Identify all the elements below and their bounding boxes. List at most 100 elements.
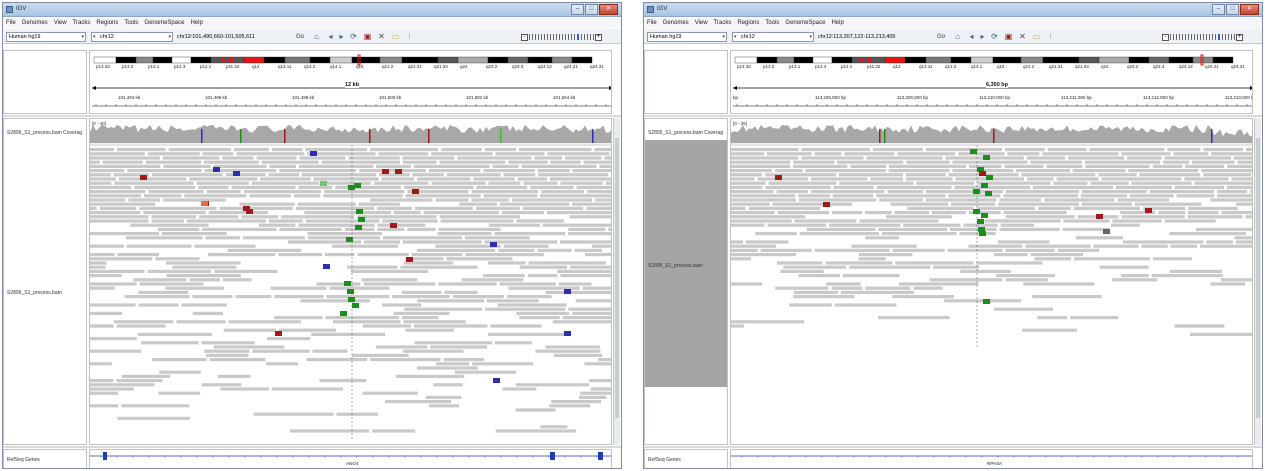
zoom-tick[interactable] [1182, 34, 1183, 40]
close-window-button[interactable]: ✕ [1240, 4, 1259, 15]
zoom-tick[interactable] [1212, 34, 1213, 40]
zoom-tick[interactable] [562, 34, 563, 40]
zoom-tick[interactable] [556, 34, 557, 40]
zoom-tick[interactable] [1188, 34, 1189, 40]
zoom-tick[interactable] [1185, 34, 1186, 40]
close-icon[interactable]: ✕ [376, 31, 387, 42]
chromosome-select[interactable]: ▾ chr12 ▾ [91, 32, 173, 42]
menu-view[interactable]: View [54, 18, 67, 28]
gene-track-name[interactable]: RefSeq Genes [648, 457, 681, 463]
menu-help[interactable]: Help [190, 18, 202, 28]
zoom-tick[interactable] [544, 34, 545, 40]
zoom-tick[interactable] [590, 34, 591, 40]
menu-genomespace[interactable]: GenomeSpace [144, 18, 184, 28]
zoom-tick[interactable] [1191, 34, 1192, 40]
zoom-widget[interactable]: - + [521, 33, 602, 41]
maximize-button[interactable]: □ [585, 4, 598, 15]
zoom-tick[interactable] [1170, 34, 1171, 40]
zoom-out-button[interactable]: - [1162, 33, 1169, 41]
back-icon[interactable]: ◂ [325, 31, 336, 42]
zoom-tick[interactable] [1228, 34, 1229, 40]
zoom-tick[interactable] [584, 34, 585, 40]
close-window-button[interactable]: ✕ [599, 4, 618, 15]
zoom-tick[interactable] [574, 34, 575, 40]
go-button[interactable]: Go [937, 32, 945, 42]
zoom-tick[interactable] [593, 34, 594, 40]
zoom-tick[interactable] [541, 34, 542, 40]
alignment-view[interactable] [90, 119, 612, 444]
minimize-button[interactable]: – [1212, 4, 1225, 15]
zoom-tick[interactable] [1203, 34, 1204, 40]
zoom-tick[interactable] [553, 34, 554, 40]
menu-file[interactable]: File [647, 18, 657, 28]
zoom-tick[interactable] [1234, 34, 1235, 40]
popup-icon[interactable]: ▭ [390, 31, 401, 42]
menu-genomes[interactable]: Genomes [22, 18, 48, 28]
home-icon[interactable]: ⌂ [952, 31, 963, 42]
roi-icon[interactable]: ▣ [362, 31, 373, 42]
zoom-tick[interactable] [559, 34, 560, 40]
menu-tools[interactable]: Tools [765, 18, 779, 28]
menu-file[interactable]: File [6, 18, 16, 28]
back-icon[interactable]: ◂ [966, 31, 977, 42]
zoom-tick[interactable] [529, 34, 530, 40]
home-icon[interactable]: ⌂ [311, 31, 322, 42]
roi-icon[interactable]: ▣ [1003, 31, 1014, 42]
minimize-button[interactable]: – [571, 4, 584, 15]
zoom-tick[interactable] [1173, 34, 1174, 40]
locus-input[interactable]: chr12:113,207,122-113,213,405 [818, 32, 934, 42]
chromosome-select[interactable]: ▾ chr12 ▾ [732, 32, 814, 42]
menu-tracks[interactable]: Tracks [73, 18, 91, 28]
menu-view[interactable]: View [695, 18, 708, 28]
zoom-tick[interactable] [1179, 34, 1180, 40]
zoom-tick[interactable] [538, 34, 539, 40]
maximize-button[interactable]: □ [1226, 4, 1239, 15]
zoom-tick[interactable] [1197, 34, 1198, 40]
alignment-scrollbar[interactable] [1254, 118, 1261, 445]
zoom-tick[interactable] [577, 34, 579, 40]
zoom-tick[interactable] [535, 34, 536, 40]
locus-input[interactable]: chr12:101,490,660-101,505,611 [177, 32, 293, 42]
menu-tools[interactable]: Tools [124, 18, 138, 28]
menu-genomes[interactable]: Genomes [663, 18, 689, 28]
zoom-tick[interactable] [581, 34, 582, 40]
zoom-tick[interactable] [1218, 34, 1220, 40]
forward-icon[interactable]: ▸ [977, 31, 988, 42]
ruler-icon[interactable]: ⁝ [1045, 31, 1056, 42]
zoom-tick[interactable] [1194, 34, 1195, 40]
gene-track-name[interactable]: RefSeq Genes [7, 457, 40, 463]
menu-help[interactable]: Help [831, 18, 843, 28]
zoom-tick[interactable] [547, 34, 548, 40]
coverage-track-name[interactable]: S2896_S1_process.bam Coverag [7, 130, 82, 136]
zoom-tick[interactable] [1209, 34, 1210, 40]
close-icon[interactable]: ✕ [1017, 31, 1028, 42]
zoom-tick[interactable] [1176, 34, 1177, 40]
zoom-tick[interactable] [550, 34, 551, 40]
zoom-tick[interactable] [532, 34, 533, 40]
scrollbar-thumb[interactable] [1256, 138, 1260, 418]
zoom-in-button[interactable]: + [1236, 33, 1243, 41]
menu-regions[interactable]: Regions [737, 18, 759, 28]
zoom-tick[interactable] [1206, 34, 1207, 40]
zoom-tick[interactable] [1231, 34, 1232, 40]
alignment-track-name[interactable]: S2896_S1_process.bam [7, 290, 62, 296]
scrollbar-thumb[interactable] [615, 138, 619, 418]
zoom-in-button[interactable]: + [595, 33, 602, 41]
refresh-icon[interactable]: ⟳ [348, 31, 359, 42]
zoom-tick[interactable] [1215, 34, 1216, 40]
genome-select[interactable]: Human hg19 ▾ [647, 32, 727, 42]
zoom-tick[interactable] [571, 34, 572, 40]
ruler-icon[interactable]: ⁝ [404, 31, 415, 42]
zoom-widget[interactable]: - + [1162, 33, 1243, 41]
zoom-tick[interactable] [1225, 34, 1226, 40]
go-button[interactable]: Go [296, 32, 304, 42]
menu-regions[interactable]: Regions [96, 18, 118, 28]
menu-genomespace[interactable]: GenomeSpace [785, 18, 825, 28]
zoom-tick[interactable] [1200, 34, 1201, 40]
genome-select[interactable]: Human hg19 ▾ [6, 32, 86, 42]
popup-icon[interactable]: ▭ [1031, 31, 1042, 42]
zoom-tick[interactable] [565, 34, 566, 40]
zoom-out-button[interactable]: - [521, 33, 528, 41]
zoom-tick[interactable] [1222, 34, 1223, 40]
refresh-icon[interactable]: ⟳ [989, 31, 1000, 42]
